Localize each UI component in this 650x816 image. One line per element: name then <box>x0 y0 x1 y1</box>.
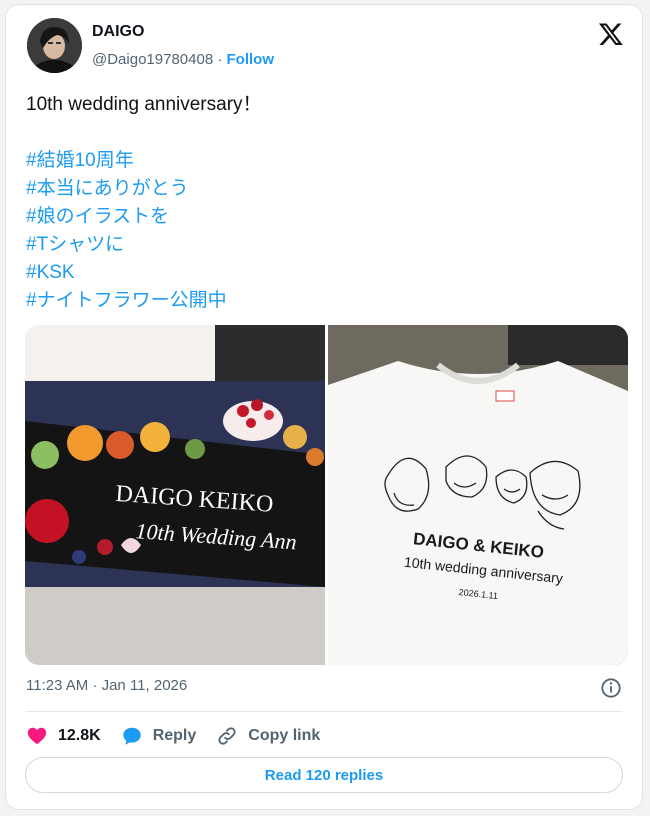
x-logo-icon[interactable] <box>598 21 624 47</box>
hashtag-list: #結婚10周年 #本当にありがとう #娘のイラストを #Tシャツに #KSK #… <box>26 147 626 315</box>
hashtag-link[interactable]: #KSK <box>26 259 626 287</box>
follow-button[interactable]: Follow <box>227 51 275 68</box>
hashtag-link[interactable]: #結婚10周年 <box>26 147 626 175</box>
avatar[interactable] <box>27 18 82 73</box>
tweet-card: DAIGO @Daigo19780408 · Follow 10th weddi… <box>5 4 643 810</box>
author-handle-row: @Daigo19780408 · Follow <box>92 51 274 68</box>
reply-button[interactable]: Reply <box>121 725 197 747</box>
tweet-text: 10th wedding anniversary！ <box>26 94 262 115</box>
heart-icon <box>27 727 47 745</box>
link-icon <box>218 727 236 745</box>
info-icon[interactable] <box>600 677 622 699</box>
author-handle[interactable]: @Daigo19780408 <box>92 51 213 68</box>
like-button[interactable]: 12.8K <box>26 725 101 747</box>
tshirt-photo[interactable]: DAIGO & KEIKO 10th wedding anniversary 2… <box>328 325 628 665</box>
separator-dot: · <box>217 51 223 68</box>
copy-link-label: Copy link <box>248 727 321 744</box>
hashtag-link[interactable]: #娘のイラストを <box>26 203 626 231</box>
hashtag-link[interactable]: #本当にありがとう <box>26 175 626 203</box>
read-replies-button[interactable]: Read 120 replies <box>25 757 623 793</box>
copy-link-button[interactable]: Copy link <box>216 725 320 747</box>
hashtag-link[interactable]: #Tシャツに <box>26 231 626 259</box>
author-name[interactable]: DAIGO <box>92 23 144 41</box>
hashtag-link[interactable]: #ナイトフラワー公開中 <box>26 287 626 315</box>
divider <box>26 711 622 712</box>
reply-bubble-icon <box>122 727 141 745</box>
tweet-timestamp[interactable]: 11:23 AM · Jan 11, 2026 <box>26 677 187 694</box>
cake-photo[interactable]: DAIGO KEIKO 10th Wedding Ann <box>25 325 325 665</box>
media-grid: DAIGO KEIKO 10th Wedding Ann DAIGO & KEI… <box>25 325 628 665</box>
like-count: 12.8K <box>58 727 101 744</box>
reply-label: Reply <box>152 727 197 744</box>
action-bar: 12.8K Reply Copy link <box>26 721 340 751</box>
